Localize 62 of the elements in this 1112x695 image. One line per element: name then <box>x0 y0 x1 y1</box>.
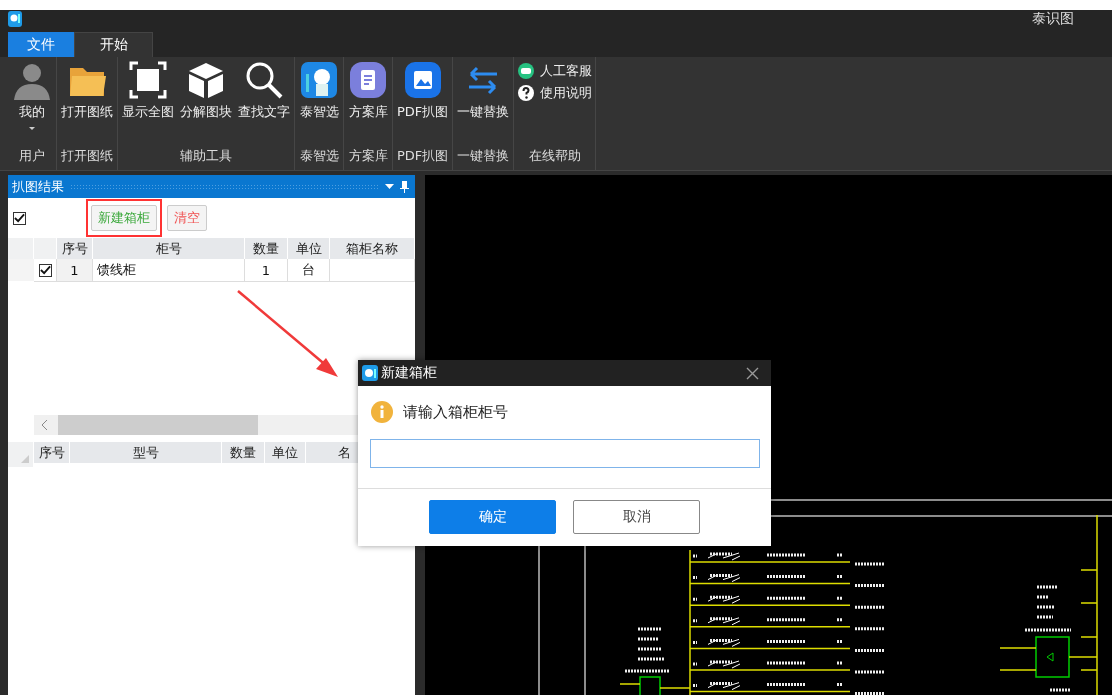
ribbon-button[interactable]: 查找文字 <box>237 60 291 146</box>
ribbon-button[interactable]: 分解图块 <box>179 60 233 146</box>
ribbon-button[interactable]: 一键替换 <box>456 60 511 146</box>
chat-icon <box>517 62 536 80</box>
dropdown-icon <box>385 184 394 189</box>
window-title: 泰识图 <box>1032 10 1074 26</box>
text-input-field[interactable] <box>370 439 760 468</box>
column-header[interactable]: 数量 <box>245 238 288 259</box>
corner-grip-icon <box>21 455 29 463</box>
group-label: PDF扒图 <box>396 147 450 165</box>
confirm-button[interactable]: 确定 <box>429 499 556 534</box>
ribbon-button[interactable]: 使用说明 <box>517 84 593 102</box>
group-label: 一键替换 <box>456 147 511 165</box>
app-logo-icon <box>362 365 378 381</box>
checkbox[interactable] <box>38 263 52 277</box>
group-label: 辅助工具 <box>179 147 233 165</box>
fullscreen-icon <box>128 60 168 100</box>
image-icon <box>402 60 443 100</box>
scrollbar-thumb[interactable] <box>58 415 258 435</box>
group-label: 用户 <box>18 147 46 165</box>
search-icon <box>244 60 284 100</box>
cancel-button[interactable]: 取消 <box>573 499 700 534</box>
column-header[interactable]: 单位 <box>288 238 330 259</box>
dropdown-caret-icon <box>29 127 35 130</box>
document-icon <box>348 60 388 100</box>
help-icon <box>517 84 536 102</box>
group-label: 泰智选 <box>298 147 340 165</box>
ribbon-button[interactable]: 人工客服 <box>517 62 593 80</box>
table-cell: 1 <box>245 259 288 282</box>
file-menu-tab[interactable]: 文件 <box>8 32 74 57</box>
ribbon-button[interactable]: PDF扒图 <box>396 60 450 146</box>
app-logo-icon <box>8 11 22 27</box>
pin-icon <box>400 180 409 193</box>
column-header[interactable]: 数量 <box>222 442 265 463</box>
cube-icon <box>186 60 226 100</box>
column-header[interactable]: 型号 <box>70 442 222 463</box>
checkbox[interactable] <box>13 211 26 225</box>
panel-title: 扒图结果 <box>12 177 64 196</box>
header-cell <box>34 238 57 259</box>
ribbon-tab[interactable]: 开始 <box>74 32 153 57</box>
dialog-message: 请输入箱柜柜号 <box>403 402 508 422</box>
column-header[interactable]: 序号 <box>57 238 93 259</box>
ribbon-button[interactable]: 我的 <box>11 60 53 146</box>
scroll-left-icon <box>42 420 48 430</box>
table-cell: 馈线柜 <box>93 259 245 282</box>
column-header[interactable]: 柜号 <box>93 238 245 259</box>
column-header[interactable]: 单位 <box>265 442 306 463</box>
group-label: 方案库 <box>347 147 389 165</box>
dialog-title: 新建箱柜 <box>381 364 437 382</box>
table-cell: 台 <box>288 259 330 282</box>
group-label: 打开图纸 <box>60 147 114 165</box>
column-header[interactable]: 箱柜名称 <box>330 238 415 259</box>
group-label: 在线帮助 <box>527 147 582 165</box>
row-header-cell[interactable] <box>8 259 34 281</box>
table-cell: 1 <box>57 259 93 282</box>
ribbon-button[interactable]: 打开图纸 <box>60 60 114 146</box>
column-header[interactable]: 序号 <box>34 442 70 463</box>
close-button[interactable] <box>746 366 759 380</box>
ribbon-button[interactable]: 方案库 <box>347 60 389 146</box>
info-icon <box>371 401 393 423</box>
ribbon-button[interactable]: 显示全图 <box>121 60 175 146</box>
ribbon-button[interactable]: 泰智选 <box>298 60 340 146</box>
